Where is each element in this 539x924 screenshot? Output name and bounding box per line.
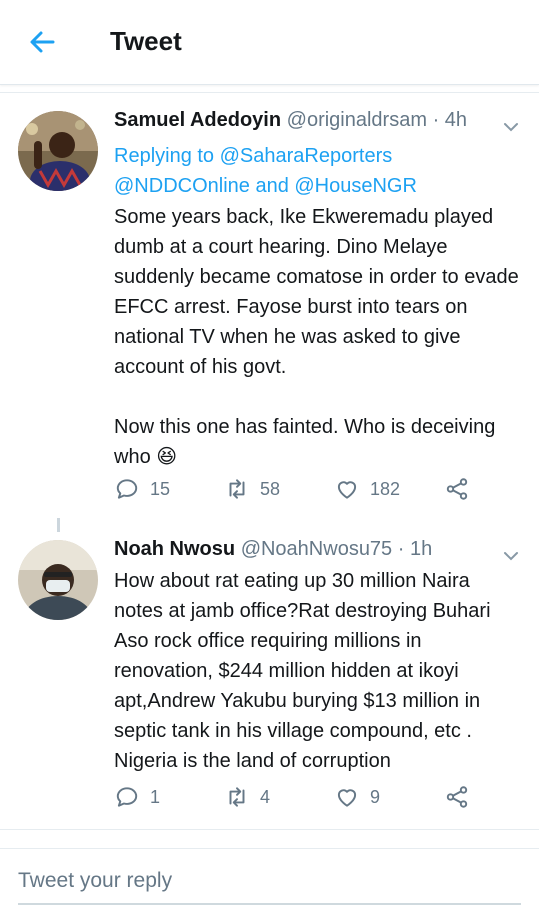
separator-dot: · (432, 109, 440, 131)
chevron-down-icon[interactable] (501, 546, 521, 566)
retweet-count: 4 (260, 786, 271, 807)
tweet-time: 4h (444, 109, 468, 131)
tweet-divider (0, 829, 539, 830)
mention-link[interactable]: @SaharaReporters (220, 145, 393, 167)
tweet-actions: 15 58 182 (114, 476, 514, 506)
heart-icon (337, 789, 357, 807)
tweet-actions: 1 4 9 (114, 784, 514, 814)
like-button[interactable]: 182 (334, 476, 400, 502)
mention-link[interactable]: @NDDCOnline and @HouseNGR (114, 175, 417, 197)
like-count: 182 (370, 478, 401, 499)
retweet-icon (229, 479, 245, 499)
tweet-card[interactable]: Noah Nwosu @NoahNwosu75 · 1h How about r… (0, 530, 539, 830)
tweet-header: Samuel Adedoyin @originaldrsam · 4h (114, 109, 467, 132)
like-button[interactable]: 9 (334, 784, 380, 810)
reply-count: 1 (150, 786, 161, 807)
share-button[interactable] (444, 784, 480, 810)
heart-icon (337, 481, 357, 499)
retweet-count: 58 (260, 478, 281, 499)
retweet-button[interactable]: 4 (224, 784, 270, 810)
replying-prefix: Replying to (114, 145, 215, 167)
reply-icon (116, 787, 138, 807)
share-button[interactable] (444, 476, 480, 502)
author-handle[interactable]: @originaldrsam (287, 109, 427, 131)
retweet-button[interactable]: 58 (224, 476, 280, 502)
tweet-header: Noah Nwosu @NoahNwosu75 · 1h (114, 538, 432, 561)
reply-input[interactable]: Tweet your reply (18, 863, 521, 905)
like-count: 9 (370, 786, 381, 807)
reply-button[interactable]: 1 (114, 784, 160, 810)
tweet-paragraph: Now this one has fainted. Who is deceivi… (114, 416, 496, 468)
avatar[interactable] (18, 111, 98, 191)
author-handle[interactable]: @NoahNwosu75 (241, 538, 393, 560)
retweet-icon (229, 787, 245, 807)
tweet-time: 1h (409, 538, 433, 560)
tweet-text: How about rat eating up 30 million Naira… (114, 570, 491, 772)
tweet-paragraph: Some years back, Ike Ekweremadu played d… (114, 206, 519, 378)
reply-button[interactable]: 15 (114, 476, 170, 502)
separator-dot: · (397, 538, 405, 560)
reply-composer: Tweet your reply (0, 848, 539, 924)
replying-to: Replying to @SaharaReporters @NDDCOnline… (114, 141, 417, 201)
reply-count: 15 (150, 478, 171, 499)
tweet-card[interactable]: Samuel Adedoyin @originaldrsam · 4h Repl… (0, 93, 539, 518)
chevron-down-icon[interactable] (501, 117, 521, 137)
share-icon (446, 786, 468, 808)
tweet-text: Some years back, Ike Ekweremadu played d… (114, 202, 524, 472)
share-icon (446, 478, 468, 500)
avatar[interactable] (18, 540, 98, 620)
app-header: Tweet (0, 0, 539, 85)
author-name[interactable]: Noah Nwosu (114, 538, 235, 560)
author-name[interactable]: Samuel Adedoyin (114, 109, 281, 131)
page-title: Tweet (110, 26, 182, 56)
back-arrow-icon[interactable] (26, 26, 58, 58)
reply-icon (116, 479, 138, 499)
